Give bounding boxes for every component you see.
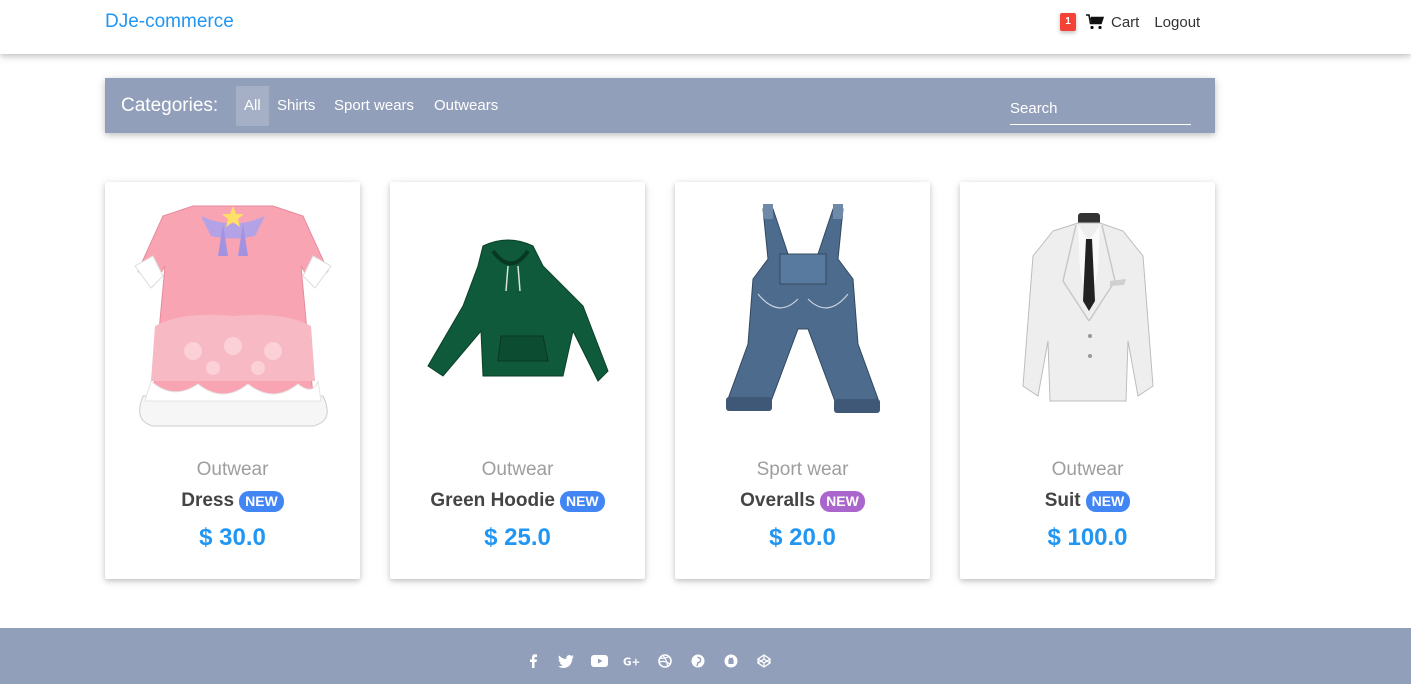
nav-right: 1 Cart Logout	[1060, 12, 1200, 32]
category-shirts[interactable]: Shirts	[269, 86, 323, 126]
dress-image	[133, 205, 332, 427]
new-badge: NEW	[239, 490, 284, 512]
product-category: Outwear	[481, 459, 554, 480]
github-icon[interactable]	[722, 654, 740, 668]
product-price: $ 100.0	[1047, 524, 1128, 551]
product-title[interactable]: Suit NEW	[960, 490, 1215, 512]
category-bar: Categories: All Shirts Sport wears Outwe…	[105, 78, 1215, 133]
product-title[interactable]: Overalls NEW	[675, 490, 930, 512]
cart-count-badge: 1	[1060, 13, 1076, 31]
product-image-overalls[interactable]	[675, 190, 930, 442]
hoodie-image	[426, 239, 609, 382]
product-card[interactable]: Sport wear Overalls NEW $ 20.0	[675, 182, 930, 579]
product-price: $ 20.0	[769, 524, 836, 551]
cart-link[interactable]: Cart	[1086, 14, 1139, 31]
new-badge: NEW	[820, 490, 865, 512]
search-input[interactable]	[1010, 92, 1191, 124]
cart-label: Cart	[1111, 13, 1140, 31]
twitter-icon[interactable]	[557, 654, 575, 668]
product-title[interactable]: Green Hoodie NEW	[390, 490, 645, 512]
product-card[interactable]: Outwear Dress NEW $ 30.0	[105, 182, 360, 579]
codepen-icon[interactable]	[755, 654, 773, 668]
navbar: DJe-commerce 1 Cart Logout	[0, 0, 1411, 54]
footer: G+	[0, 628, 1411, 684]
product-category: Outwear	[1051, 459, 1124, 480]
product-category: Outwear	[196, 459, 269, 480]
category-all[interactable]: All	[236, 86, 269, 126]
svg-text:G+: G+	[623, 657, 640, 667]
product-title[interactable]: Dress NEW	[105, 490, 360, 512]
facebook-icon[interactable]	[524, 654, 542, 668]
new-badge: NEW	[559, 490, 605, 512]
product-title-text: Overalls	[740, 490, 816, 511]
product-price: $ 30.0	[199, 524, 266, 551]
product-title-text: Green Hoodie	[430, 490, 555, 511]
cart-icon	[1086, 14, 1104, 30]
category-outwears[interactable]: Outwears	[426, 86, 506, 126]
product-category: Sport wear	[756, 459, 849, 480]
product-card[interactable]: Outwear Suit NEW $ 100.0	[960, 182, 1215, 579]
product-image-dress[interactable]	[105, 190, 360, 442]
product-title-text: Dress	[181, 490, 235, 511]
product-image-green-hoodie[interactable]	[390, 190, 645, 442]
youtube-icon[interactable]	[590, 654, 608, 668]
logout-link[interactable]: Logout	[1154, 14, 1200, 31]
dribbble-icon[interactable]	[656, 654, 674, 668]
suit-image	[1021, 213, 1154, 402]
product-image-suit[interactable]	[960, 190, 1215, 442]
product-title-text: Suit	[1044, 490, 1081, 511]
search-wrap	[1010, 92, 1191, 125]
product-price: $ 25.0	[484, 524, 551, 551]
pinterest-icon[interactable]	[689, 654, 707, 668]
categories-title: Categories:	[121, 95, 219, 116]
google-plus-icon[interactable]: G+	[623, 654, 641, 668]
brand-link[interactable]: DJe-commerce	[105, 11, 234, 33]
category-sport-wears[interactable]: Sport wears	[326, 86, 422, 126]
product-card[interactable]: Outwear Green Hoodie NEW $ 25.0	[390, 182, 645, 579]
social-icons: G+	[524, 654, 788, 668]
overalls-image	[725, 203, 880, 413]
new-badge: NEW	[1085, 490, 1131, 512]
